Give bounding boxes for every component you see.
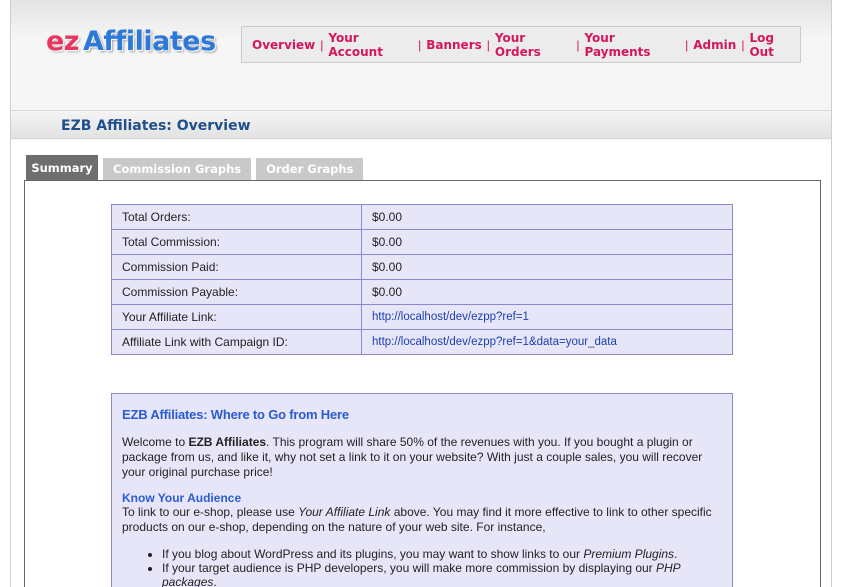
title-bar: EZB Affiliates: Overview (11, 110, 831, 139)
audience-emphasis: Your Affiliate Link (298, 505, 391, 519)
stat-value: $0.00 (361, 229, 733, 255)
nav-separator: | (685, 37, 689, 52)
stat-value: $0.00 (361, 279, 733, 305)
nav-log-out[interactable]: Log Out (749, 31, 800, 59)
header: ez Affiliates Overview | Your Account | B… (10, 6, 832, 110)
info-subheading: Know Your Audience (122, 491, 242, 505)
page-title: EZB Affiliates: Overview (61, 118, 251, 134)
bullet-text: If your target audience is PHP developer… (162, 561, 657, 575)
audience-text: To link to our e-shop, please use (122, 505, 299, 519)
bullet-text: If you blog about WordPress and its plug… (162, 547, 584, 561)
nav-your-payments[interactable]: Your Payments (584, 31, 680, 59)
summary-panel: Total Orders: $0.00 Total Commission: $0… (24, 180, 821, 587)
stat-label: Affiliate Link with Campaign ID: (111, 329, 362, 355)
logo[interactable]: ez Affiliates (46, 26, 216, 57)
table-row: Affiliate Link with Campaign ID: http://… (111, 329, 733, 355)
tab-commission-graphs[interactable]: Commission Graphs (103, 158, 252, 180)
nav-separator: | (741, 37, 745, 52)
stat-label: Total Commission: (111, 229, 362, 255)
tips-list: If you blog about WordPress and its plug… (162, 547, 722, 587)
top-navigation: Overview | Your Account | Banners | Your… (241, 26, 801, 63)
tab-summary[interactable]: Summary (26, 155, 98, 180)
nav-separator: | (576, 37, 580, 52)
nav-banners[interactable]: Banners (426, 38, 482, 52)
bullet-text-end: . (213, 575, 217, 587)
stat-value: $0.00 (361, 204, 733, 230)
tab-order-graphs[interactable]: Order Graphs (256, 158, 364, 180)
tab-bar: Summary Commission Graphs Order Graphs (26, 155, 364, 180)
table-row: Total Orders: $0.00 (111, 204, 733, 230)
info-box: EZB Affiliates: Where to Go from Here We… (111, 393, 733, 587)
logo-ez: ez (46, 26, 80, 57)
affiliate-campaign-link[interactable]: http://localhost/dev/ezpp?ref=1&data=you… (361, 329, 733, 355)
nav-your-orders[interactable]: Your Orders (495, 31, 571, 59)
bullet-emphasis: Premium Plugins (583, 547, 675, 561)
list-item: If your target audience is PHP developer… (162, 561, 722, 587)
table-row: Total Commission: $0.00 (111, 229, 733, 255)
table-row: Commission Paid: $0.00 (111, 254, 733, 280)
nav-separator: | (418, 37, 422, 52)
bullet-text-end: . (674, 547, 678, 561)
stat-label: Commission Paid: (111, 254, 362, 280)
stat-label: Commission Payable: (111, 279, 362, 305)
table-row: Your Affiliate Link: http://localhost/de… (111, 304, 733, 330)
nav-admin[interactable]: Admin (693, 38, 736, 52)
stat-label: Total Orders: (111, 204, 362, 230)
welcome-bold: EZB Affiliates (188, 435, 267, 449)
logo-affiliates: Affiliates (83, 26, 216, 57)
welcome-paragraph: Welcome to EZB Affiliates. This program … (122, 435, 722, 480)
table-row: Commission Payable: $0.00 (111, 279, 733, 305)
audience-paragraph: To link to our e-shop, please use Your A… (122, 505, 722, 535)
nav-your-account[interactable]: Your Account (328, 31, 413, 59)
stats-table: Total Orders: $0.00 Total Commission: $0… (111, 204, 733, 355)
stat-label: Your Affiliate Link: (111, 304, 362, 330)
nav-separator: | (320, 37, 324, 52)
welcome-text: Welcome to (122, 435, 189, 449)
list-item: If you blog about WordPress and its plug… (162, 547, 722, 561)
info-heading: EZB Affiliates: Where to Go from Here (122, 407, 349, 422)
stat-value: $0.00 (361, 254, 733, 280)
nav-overview[interactable]: Overview (252, 38, 315, 52)
affiliate-link[interactable]: http://localhost/dev/ezpp?ref=1 (361, 304, 733, 330)
nav-separator: | (486, 37, 490, 52)
